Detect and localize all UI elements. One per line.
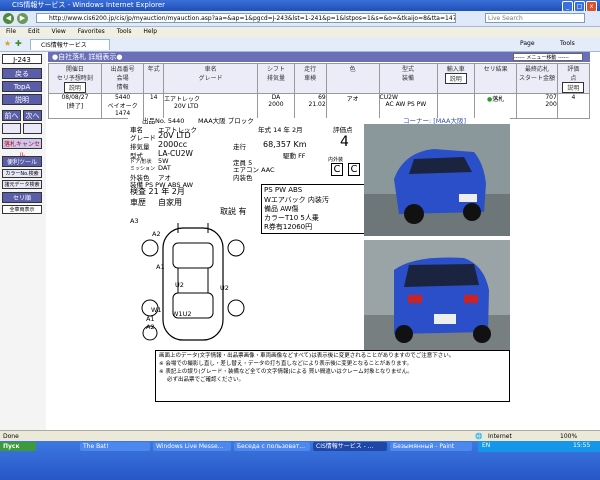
sheet-rating: 4 <box>340 134 349 150</box>
rating-help-button[interactable]: 説明 <box>562 82 585 93</box>
model-search-button[interactable]: 諸元データ検索 <box>2 180 42 189</box>
col-km: 走行 車検 <box>293 63 327 94</box>
prev-button[interactable]: 前へ <box>2 110 21 121</box>
taskbar-item-paint[interactable]: Безымянный - Paint <box>390 442 472 451</box>
menu-file[interactable]: File <box>6 28 16 35</box>
menu-bar: File Edit View Favorites Tools Help <box>0 27 600 37</box>
favorites-star-icon[interactable]: ★ <box>4 39 11 48</box>
page-header: ●自社落札 詳細表示● ------ メニュー移動 ------ <box>48 52 590 62</box>
col-lot: 出品番号 会場 情報 <box>100 63 145 94</box>
col-name: 車名 グレード <box>163 63 259 94</box>
language-indicator[interactable]: EN <box>482 442 490 449</box>
taskbar-item-chat[interactable]: Беседа с пользоват... <box>234 442 310 451</box>
tools-menu[interactable]: Tools <box>560 40 575 47</box>
col-rating: 評価 点説明 <box>556 63 591 94</box>
clock: 15:55 <box>573 442 591 449</box>
sheet-km: 68,357 Km <box>263 140 307 149</box>
address-bar: ◀ ▶ http://www.cis6200.jp/cis/jp/myaucti… <box>0 11 600 27</box>
help-button[interactable]: 説明 <box>2 94 42 105</box>
page-title: ●自社落札 詳細表示● <box>52 53 123 61</box>
table-row[interactable]: 08/08/27 [終了] 5440 ベイオーク 1474 14 エアトレック 20V … <box>48 93 591 119</box>
back-icon[interactable]: ◀ <box>3 13 14 24</box>
taskbar-item-messenger[interactable]: Windows Live Messe... <box>153 442 231 451</box>
car-photo-rear[interactable] <box>364 240 510 350</box>
col-year: 年式 <box>143 63 165 94</box>
title-bar: CIS情報サービス - Windows Internet Explorer _ … <box>0 0 600 12</box>
sheet-inspection: 検査 21 年 2月 <box>130 187 185 196</box>
back-button[interactable]: 戻る <box>2 68 42 79</box>
url-input[interactable]: http://www.cis6200.jp/cis/jp/myauction/m… <box>36 13 456 23</box>
col-import: 輸入車 説明 <box>436 63 475 94</box>
page-menu[interactable]: Page <box>520 40 535 47</box>
system-tray: EN 15:55 <box>478 441 600 452</box>
taskbar-item-thebat[interactable]: The Bat! <box>80 442 150 451</box>
status-text: Done <box>3 433 19 440</box>
col-date: 開催日 セリ予想時刻 説明 <box>48 63 102 94</box>
next-small-button[interactable] <box>23 123 42 134</box>
taskbar: Пуск The Bat! Windows Live Messe... Бесе… <box>0 441 600 480</box>
menu-edit[interactable]: Edit <box>28 28 40 35</box>
car-photo-front[interactable] <box>364 124 510 236</box>
col-model: 型式 装備 <box>378 63 438 94</box>
table-header-row: 開催日 セリ予想時刻 説明 出品番号 会場 情報 年式 車名 グレード シフト 排… <box>48 63 591 94</box>
forward-icon[interactable]: ▶ <box>17 13 28 24</box>
prev-small-button[interactable] <box>2 123 21 134</box>
menu-help[interactable]: Help <box>143 28 157 35</box>
disclaimer-note: 画面上のデータ(文字情報・出品票画像・車両画像などすべて)は表示後に変更されるこ… <box>155 350 510 402</box>
seri-button[interactable]: セリ順 <box>2 192 42 203</box>
tab-cis[interactable]: CIS情報サービス <box>30 39 110 50</box>
menu-view[interactable]: View <box>52 28 66 35</box>
menu-favorites[interactable]: Favorites <box>78 28 105 35</box>
import-help-button[interactable]: 説明 <box>444 73 467 84</box>
date-help-button[interactable]: 説明 <box>63 82 86 93</box>
menu-tools[interactable]: Tools <box>117 28 132 35</box>
search-input[interactable]: Live Search <box>485 13 585 23</box>
col-price: 最終応札 スタート金額 <box>516 63 558 94</box>
window-title: CIS情報サービス - Windows Internet Explorer <box>12 1 166 9</box>
sheet-notes: PS PW ABS Wエアバック 内装汚 備品 AW傷 カラーT10 5人乗 R… <box>261 184 366 234</box>
tab-bar: ★ ✚ CIS情報サービス Page Tools <box>0 37 600 52</box>
result-table: 開催日 セリ予想時刻 説明 出品番号 会場 情報 年式 車名 グレード シフト 排… <box>48 63 591 119</box>
all-display-select[interactable]: 全車両表示 <box>2 205 42 214</box>
page-code: J-243 <box>2 54 42 64</box>
sidebar: J-243 戻る TopA 説明 前へ 次へ 落札キャンセル 便利ツール カラー… <box>0 52 46 430</box>
col-shift: シフト 排気量 <box>257 63 295 94</box>
top-button[interactable]: TopA <box>2 81 42 92</box>
sheet-block: MAA大阪 ブロック <box>198 117 254 125</box>
col-color: 色 <box>325 63 380 94</box>
menu-move-select[interactable]: ------ メニュー移動 ------ <box>513 53 583 61</box>
color-search-button[interactable]: カラーNo.検索 <box>2 169 42 178</box>
auction-sheet: 出品No. 5440 MAA大阪 ブロック コーナー: [MAA大阪] 車名 エ… <box>128 117 510 350</box>
taskbar-item-cis[interactable]: CIS情報サービス - ... <box>313 442 387 451</box>
sheet-grade: 20V LTD <box>158 131 191 140</box>
tools-button[interactable]: 便利ツール <box>2 156 42 167</box>
lot-cancel-button[interactable]: 落札キャンセル <box>2 138 42 159</box>
col-result: セリ結果 <box>473 63 518 94</box>
start-button[interactable]: Пуск <box>0 442 36 451</box>
next-button[interactable]: 次へ <box>23 110 42 121</box>
add-favorites-icon[interactable]: ✚ <box>15 39 22 48</box>
